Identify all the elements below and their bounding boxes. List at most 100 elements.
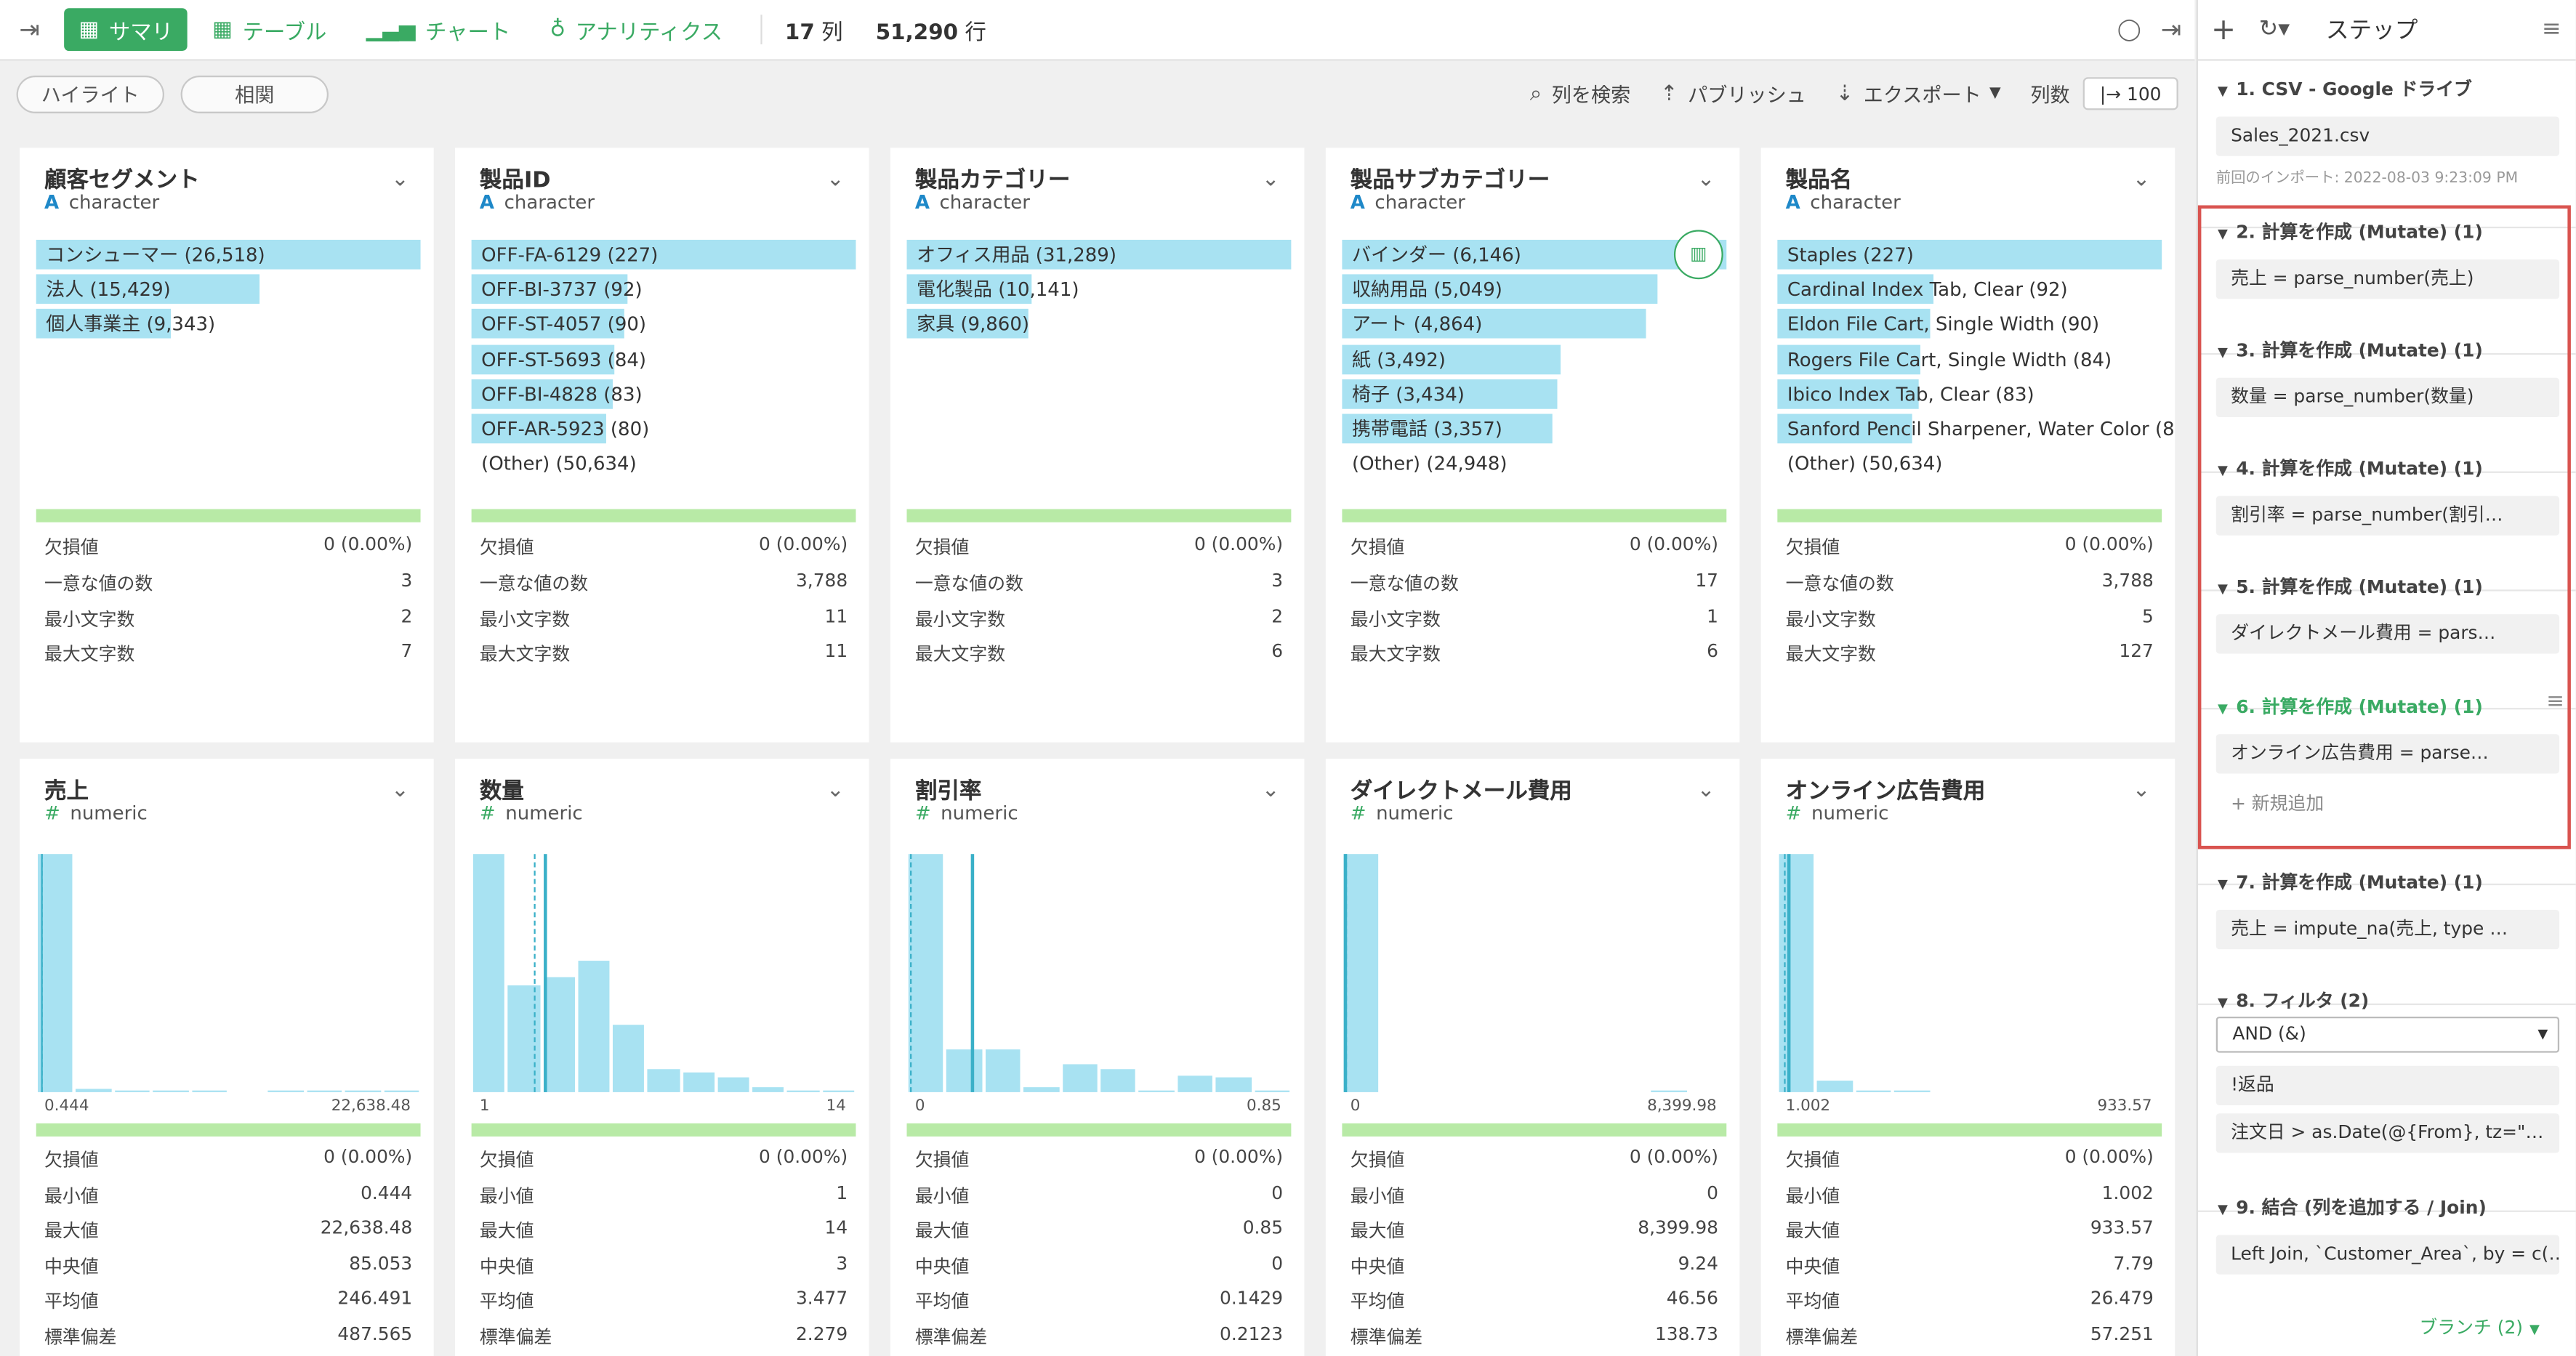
tab-table[interactable]: ▦ テーブル	[198, 8, 342, 51]
frequency-label[interactable]: OFF-BI-3737 (92)	[481, 275, 642, 304]
stat-label: 標準偏差	[1785, 1325, 1859, 1348]
frequency-label[interactable]: 家具 (9,860)	[917, 310, 1029, 339]
frequency-label[interactable]: 法人 (15,429)	[46, 275, 170, 304]
step-detail[interactable]: 売上 = impute_na(売上, type …	[2215, 910, 2560, 950]
collapse-right-icon[interactable]: ⇥	[2161, 15, 2181, 44]
frequency-label[interactable]: 椅子 (3,434)	[1352, 379, 1465, 409]
step-item[interactable]: ▼ 1. CSV - Google ドライブ Sales_2021.csv 前回のイン…	[2198, 76, 2576, 207]
frequency-label[interactable]: Eldon File Cart, Single Width (90)	[1787, 310, 2099, 339]
frequency-label[interactable]: オフィス用品 (31,289)	[917, 240, 1116, 270]
chevron-down-icon[interactable]: ⌄	[391, 778, 409, 803]
frequency-label[interactable]: (Other) (24,948)	[1352, 448, 1508, 478]
histogram[interactable]	[907, 854, 1292, 1092]
tab-chart[interactable]: ▁▃▅ チャート	[351, 8, 525, 51]
add-step-icon[interactable]: +	[2211, 12, 2236, 47]
chevron-down-icon[interactable]: ⌄	[1262, 778, 1280, 803]
stat-row: 平均値 3.477	[480, 1288, 848, 1314]
frequency-label[interactable]: 携帯電話 (3,357)	[1352, 414, 1502, 444]
step-detail[interactable]: Left Join, `Customer_Area`, by = c(…	[2215, 1235, 2560, 1275]
caret-down-icon: ▼	[1989, 85, 2001, 102]
chevron-down-icon[interactable]: ⌄	[2133, 168, 2151, 193]
tab-summary[interactable]: ▦ サマリ	[64, 8, 188, 52]
step-header[interactable]: ▼ 9. 結合 (列を追加する / Join)	[2218, 1194, 2487, 1220]
publish-button[interactable]: ⇡ パブリッシュ	[1660, 80, 1806, 108]
filter-condition[interactable]: 注文日 > as.Date(@{From}, tz="…	[2215, 1113, 2560, 1153]
stat-row: 一意な値の数 17	[1351, 570, 1718, 596]
frequency-label[interactable]: (Other) (50,634)	[1787, 448, 1943, 478]
frequency-label[interactable]: OFF-ST-5693 (84)	[481, 344, 646, 374]
import-note: 前回のインポート: 2022-08-03 9:23:09 PM	[2215, 171, 2519, 187]
histogram[interactable]	[1342, 854, 1726, 1092]
numeric-type-icon: #	[1785, 801, 1802, 825]
search-column-button[interactable]: ⌕ 列を検索	[1530, 80, 1631, 108]
column-count: 17 列	[784, 20, 843, 46]
filter-condition[interactable]: !返品	[2215, 1065, 2560, 1105]
stat-row: 標準偏差 57.251	[1786, 1323, 2154, 1349]
step-item[interactable]: ▼ 7. 計算を作成 (Mutate) (1) 売上 = impute_na(売上,…	[2198, 869, 2576, 984]
correlation-button[interactable]: 相関	[180, 74, 329, 113]
stat-label: 最小文字数	[1350, 608, 1441, 630]
frequency-label[interactable]: (Other) (50,634)	[481, 448, 637, 478]
chart-toggle-icon[interactable]: ▥	[1673, 230, 1723, 280]
chevron-down-icon[interactable]: ⌄	[1697, 778, 1715, 803]
column-title: 製品カテゴリー	[914, 167, 1071, 194]
chevron-down-icon[interactable]: ⌄	[826, 778, 845, 803]
chevron-down-icon[interactable]: ⌄	[1262, 168, 1280, 193]
frequency-label[interactable]: OFF-BI-4828 (83)	[481, 379, 642, 409]
histogram[interactable]	[1777, 854, 2162, 1092]
stat-label: 最大値	[914, 1220, 970, 1242]
chevron-down-icon[interactable]: ⌄	[1697, 168, 1715, 193]
export-button[interactable]: ⇣ エクスポート ▼	[1836, 80, 2001, 108]
highlight-button[interactable]: ハイライト	[16, 74, 164, 113]
column-type: # numeric	[480, 802, 583, 825]
stat-label: 最小文字数	[914, 608, 1006, 630]
step-header[interactable]: ▼ 8. フィルタ (2)	[2218, 987, 2369, 1013]
step-item[interactable]: ▼ 9. 結合 (列を追加する / Join) Left Join, `Custom…	[2198, 1194, 2576, 1309]
step-header[interactable]: ▼ 1. CSV - Google ドライブ	[2218, 76, 2472, 102]
summary-toolbar: ハイライト 相関 ⌕ 列を検索 ⇡ パブリッシュ ⇣ エクスポート ▼ 列数 |→ 10…	[0, 62, 2194, 125]
stat-row: 欠損値 0 (0.00%)	[44, 534, 412, 560]
histogram[interactable]	[472, 854, 856, 1092]
branch-button[interactable]: ブランチ (2) ▼	[2419, 1314, 2540, 1340]
frequency-label[interactable]: 紙 (3,492)	[1352, 344, 1446, 374]
frequency-label[interactable]: Staples (227)	[1787, 240, 1914, 270]
frequency-label[interactable]: コンシューマー (26,518)	[46, 240, 265, 270]
stat-row: 中央値 3	[480, 1252, 848, 1278]
histogram[interactable]	[36, 854, 421, 1092]
stat-value: 2.279	[795, 1323, 848, 1344]
frequency-label[interactable]: OFF-ST-4057 (90)	[481, 310, 646, 339]
chevron-down-icon[interactable]: ⌄	[826, 168, 845, 193]
chevron-down-icon[interactable]: ⌄	[2133, 778, 2151, 803]
chevron-down-icon[interactable]: ⌄	[391, 168, 409, 193]
stat-row: 欠損値 0 (0.00%)	[1786, 534, 2154, 560]
refresh-icon[interactable]: ↻▾	[2259, 17, 2290, 43]
stat-label: 平均値	[44, 1291, 99, 1312]
frequency-label[interactable]: Sanford Pencil Sharpener, Water Color (8…	[1787, 414, 2175, 444]
column-card: 数量 # numeric ⌄ 1 14 欠損値 0 (0.00%) 最小値 1 最大値 14 中央値 3 平…	[455, 759, 869, 1356]
collapse-left-icon[interactable]: ⇥	[15, 15, 44, 44]
tab-analytics[interactable]: ♁ アナリティクス	[535, 8, 737, 51]
frequency-label[interactable]: Ibico Index Tab, Clear (83)	[1787, 379, 2034, 409]
frequency-label[interactable]: アート (4,864)	[1352, 310, 1482, 339]
frequency-label[interactable]: バインダー (6,146)	[1352, 240, 1521, 270]
frequency-label[interactable]: 個人事業主 (9,343)	[46, 310, 215, 339]
frequency-label[interactable]: 収納用品 (5,049)	[1352, 275, 1502, 304]
comment-icon[interactable]: ◯	[2117, 17, 2141, 42]
stat-label: 一意な値の数	[1785, 573, 1894, 594]
logic-select[interactable]: AND (&) ▼	[2215, 1016, 2560, 1053]
frequency-label[interactable]: Cardinal Index Tab, Clear (92)	[1787, 275, 2068, 304]
frequency-label[interactable]: 電化製品 (10,141)	[917, 275, 1079, 304]
step-item[interactable]: ▼ 8. フィルタ (2) AND (&) ▼ !返品注文日 > as.Date(@{F…	[2198, 987, 2576, 1190]
histogram-bar	[37, 854, 73, 1092]
stat-value: 85.053	[349, 1252, 413, 1274]
stat-row: 最小値 0.444	[44, 1182, 412, 1208]
quality-bar	[906, 1123, 1292, 1137]
frequency-label[interactable]: Rogers File Cart, Single Width (84)	[1787, 344, 2112, 374]
step-detail[interactable]: Sales_2021.csv	[2215, 116, 2560, 156]
frequency-label[interactable]: OFF-FA-6129 (227)	[481, 240, 658, 270]
frequency-label[interactable]: OFF-AR-5923 (80)	[481, 414, 649, 444]
step-header[interactable]: ▼ 7. 計算を作成 (Mutate) (1)	[2218, 869, 2483, 895]
stat-row: 欠損値 0 (0.00%)	[915, 1146, 1283, 1172]
column-count-input[interactable]: |→ 100	[2082, 77, 2178, 110]
settings-icon[interactable]: ≡	[2542, 17, 2561, 43]
